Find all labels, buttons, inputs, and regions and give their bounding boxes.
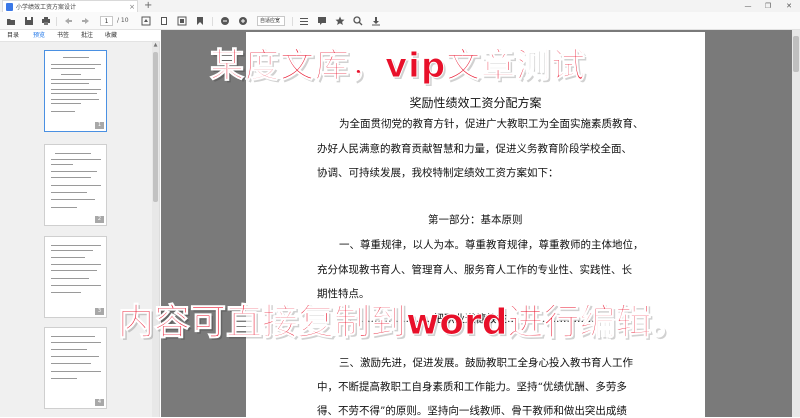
body-line: 中，不断提高教职工自身素质和工作能力。坚持“优绩优酬、多劳多 (317, 381, 627, 393)
toolbar-divider (292, 17, 293, 26)
fit-page-icon[interactable] (158, 15, 170, 27)
prev-page-icon[interactable] (62, 15, 74, 27)
page-thumbnail-1[interactable]: 1 (44, 50, 107, 132)
body-line: 三、激励先进，促进发展。鼓励教职工全身心投入教书育人工作 (339, 357, 633, 369)
search-icon[interactable] (352, 15, 364, 27)
zoom-in-icon[interactable] (237, 15, 249, 27)
title-bar: 小学绩效工资方案设计 × + — ❐ ✕ (0, 0, 800, 12)
outline-list-icon[interactable] (298, 15, 310, 27)
document-title: 奖励性绩效工资分配方案 (409, 96, 542, 110)
new-tab-button[interactable]: + (144, 0, 152, 12)
document-page: 奖励性绩效工资分配方案 为全面贯彻党的教育方针，促进广大教职工为全面实施素质教育… (246, 32, 705, 417)
document-tab[interactable]: 小学绩效工资方案设计 × (2, 0, 138, 12)
thumbnail-page-number: 4 (95, 399, 104, 406)
watermark-bottom: 内容可直接复制到word进行编辑。 (118, 302, 689, 344)
thumbnail-page-number: 1 (95, 122, 104, 129)
tab-close-icon[interactable]: × (127, 3, 137, 11)
document-viewer: 奖励性绩效工资分配方案 为全面贯彻党的教育方针，促进广大教职工为全面实施素质教育… (161, 30, 800, 417)
thumbnail-panel: 1 2 3 4 (0, 42, 160, 417)
zoom-select[interactable]: 自适应宽 (257, 16, 285, 26)
total-pages: / 10 (117, 17, 129, 24)
document-icon (6, 2, 13, 11)
body-line: 充分体现教书育人、管理育人、服务育人工作的专业性、实践性、长 (317, 264, 632, 276)
body-line: 一、尊重规律，以人为本。尊重教育规律，尊重教师的主体地位， (339, 239, 644, 251)
tab-annotations[interactable]: 批注 (81, 30, 93, 42)
print-icon[interactable] (40, 15, 52, 27)
thumbnail-page-number: 2 (95, 216, 104, 223)
next-page-icon[interactable] (80, 15, 92, 27)
sidebar-tabs: 目录 预览 书签 批注 收藏 (0, 30, 160, 42)
toolbar: 1 / 10 自适应宽 (0, 12, 800, 30)
viewer-scrollbar-thumb[interactable] (793, 36, 799, 72)
minimize-button[interactable]: — (738, 0, 758, 12)
open-file-icon[interactable] (5, 15, 17, 27)
body-line: 办好人民满意的教育贡献智慧和力量，促进义务教育阶段学校全面、 (317, 143, 632, 155)
first-page-icon[interactable] (140, 15, 152, 27)
scrollbar-thumb[interactable] (153, 52, 158, 202)
restore-button[interactable]: ❐ (758, 0, 778, 12)
tab-contents[interactable]: 目录 (7, 30, 19, 42)
body-line: 得、不劳不得”的原则。坚持向一线教师、骨干教师和做出突出成绩 (317, 405, 627, 417)
sidebar-scrollbar[interactable]: ▲ (152, 42, 159, 417)
viewer-scrollbar[interactable] (792, 30, 800, 417)
watermark-top: 某度文库，vip文章测试 (209, 46, 587, 87)
save-icon[interactable] (23, 15, 35, 27)
tab-favorites[interactable]: 收藏 (105, 30, 117, 42)
body-line: 协调、可持续发展，我校特制定绩效工资方案如下： (317, 167, 559, 179)
thumbnail-page-number: 3 (95, 308, 104, 315)
page-thumbnail-2[interactable]: 2 (44, 144, 107, 226)
tab-bookmarks[interactable]: 书签 (57, 30, 69, 42)
tab-preview[interactable]: 预览 (33, 30, 45, 42)
toolbar-divider (56, 17, 57, 26)
zoom-out-icon[interactable] (219, 15, 231, 27)
section-heading: 第一部分：基本原则 (428, 214, 523, 226)
star-icon[interactable] (334, 15, 346, 27)
scroll-up-icon[interactable]: ▲ (152, 42, 159, 48)
bookmark-page-icon[interactable] (194, 15, 206, 27)
body-line: 为全面贯彻党的教育方针，促进广大教职工为全面实施素质教育、 (339, 118, 644, 130)
annotation-icon[interactable] (316, 15, 328, 27)
fit-width-icon[interactable] (176, 15, 188, 27)
page-thumbnail-4[interactable]: 4 (44, 327, 107, 409)
toolbar-divider (212, 17, 213, 26)
close-button[interactable]: ✕ (779, 0, 799, 12)
page-number-input[interactable]: 1 (100, 16, 113, 26)
page-thumbnail-3[interactable]: 3 (44, 236, 107, 318)
download-icon[interactable] (370, 15, 382, 27)
tab-title: 小学绩效工资方案设计 (16, 4, 77, 11)
